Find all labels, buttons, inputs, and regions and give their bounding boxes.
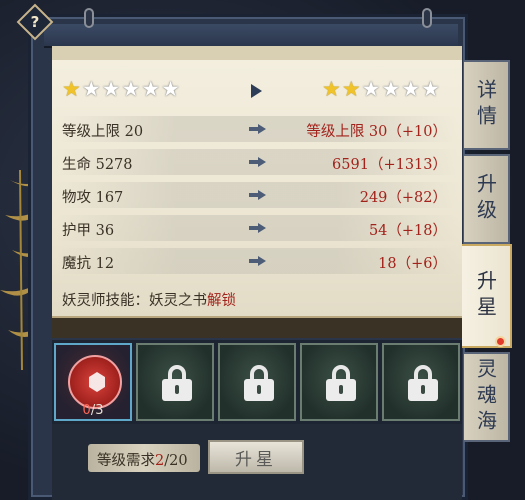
arrow-right-icon — [249, 190, 267, 200]
star-empty-icon: ★ — [421, 77, 440, 101]
slot-count: 0/3 — [82, 403, 104, 418]
stat-next: 249（+82） — [359, 190, 447, 206]
star-empty-icon: ★ — [121, 77, 141, 101]
lock-icon — [408, 365, 438, 401]
material-slot-locked[interactable] — [218, 343, 296, 421]
stat-current: 等级上限 20 — [62, 124, 144, 140]
star-up-button[interactable]: 升星 — [208, 440, 304, 474]
panel-header-bar — [44, 24, 458, 48]
star-filled-icon: ★ — [322, 77, 341, 101]
stat-next: 等级上限 30（+10） — [306, 124, 447, 140]
help-icon: ? — [30, 13, 40, 31]
arrow-right-icon — [249, 124, 267, 134]
hanger-hook-left — [84, 8, 94, 28]
material-slot-locked[interactable] — [136, 343, 214, 421]
parchment-roller — [52, 316, 462, 338]
material-slot-locked[interactable] — [382, 343, 460, 421]
level-requirement: 等级需求2/20 — [97, 453, 188, 469]
star-empty-icon: ★ — [81, 77, 101, 101]
current-star-rating: ★ ★ ★ ★ ★ ★ — [62, 78, 180, 100]
star-empty-icon: ★ — [401, 77, 421, 101]
stat-current: 护甲 36 — [62, 223, 115, 239]
star-empty-icon: ★ — [381, 77, 401, 101]
star-empty-icon: ★ — [361, 77, 381, 101]
hanger-hook-right — [422, 8, 432, 28]
star-empty-icon: ★ — [101, 77, 121, 101]
lock-icon — [162, 365, 192, 401]
arrow-right-icon — [249, 256, 267, 266]
star-filled-icon: ★ — [341, 77, 361, 101]
star-arrow-icon — [251, 84, 262, 98]
stat-next: 6591（+1313） — [332, 157, 447, 173]
stat-current: 生命 5278 — [62, 157, 133, 173]
skill-unlock-text: 妖灵师技能：妖灵之书解锁 — [62, 293, 236, 309]
stat-next: 54（+18） — [368, 223, 447, 239]
notification-badge — [495, 336, 506, 347]
lock-icon — [326, 365, 356, 401]
tab-star-up[interactable]: 升星 — [462, 244, 512, 348]
star-empty-icon: ★ — [161, 77, 180, 101]
tab-soul-sea[interactable]: 灵魂海 — [464, 352, 510, 442]
arrow-right-icon — [249, 223, 267, 233]
stat-next: 18（+6） — [378, 256, 447, 272]
star-filled-icon: ★ — [62, 77, 81, 101]
material-slot-active[interactable]: 0/3 — [54, 343, 132, 421]
stat-current: 魔抗 12 — [62, 256, 115, 272]
next-star-rating: ★ ★ ★ ★ ★ ★ — [322, 78, 440, 100]
tab-level-up[interactable]: 升级 — [464, 154, 510, 244]
material-slot-locked[interactable] — [300, 343, 378, 421]
lock-icon — [244, 365, 274, 401]
star-empty-icon: ★ — [141, 77, 161, 101]
demon-emblem-icon — [68, 355, 122, 409]
tab-details[interactable]: 详情 — [464, 60, 510, 150]
stat-current: 物攻 167 — [62, 190, 124, 206]
arrow-right-icon — [249, 157, 267, 167]
emblem-core — [89, 372, 105, 392]
